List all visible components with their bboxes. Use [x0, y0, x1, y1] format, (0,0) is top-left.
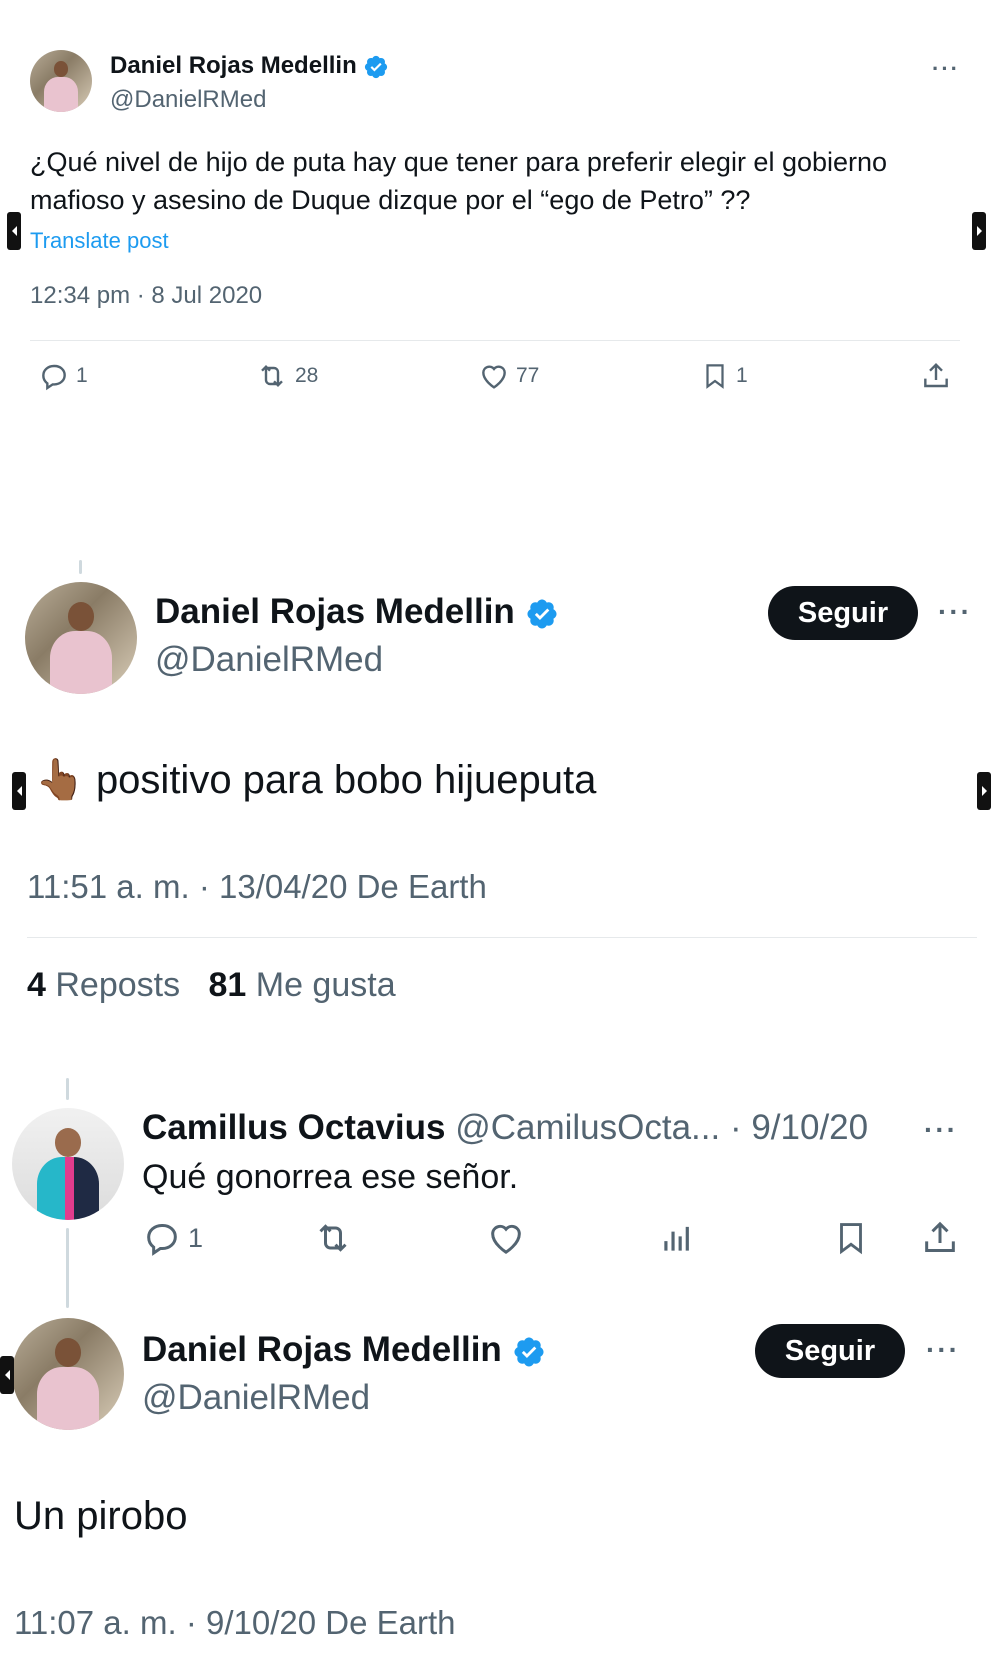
timestamp[interactable]: 11:07 a. m. · 9/10/20 De Earth [14, 1604, 455, 1642]
thread-line [79, 560, 82, 574]
tweet-text: Qué gonorrea ese señor. [142, 1158, 519, 1196]
more-options-icon[interactable]: ··· [932, 56, 960, 82]
author-name[interactable]: Camillus Octavius [142, 1108, 445, 1147]
right-edge-handle [977, 772, 991, 810]
left-edge-handle [12, 772, 26, 810]
verified-badge-icon [365, 55, 388, 78]
views-icon [664, 1226, 689, 1251]
author-handle[interactable]: @DanielRMed [142, 1378, 370, 1418]
avatar[interactable] [12, 1108, 124, 1220]
follow-button[interactable]: Seguir [755, 1324, 905, 1378]
avatar[interactable] [25, 582, 137, 694]
author-handle[interactable]: @DanielRMed [110, 86, 266, 114]
left-edge-handle [7, 212, 21, 250]
like-icon [491, 1224, 521, 1254]
author-handle[interactable]: @DanielRMed [155, 640, 383, 680]
bookmark-button[interactable]: 1 [700, 360, 748, 392]
like-button[interactable] [486, 1218, 526, 1258]
share-button[interactable] [920, 1218, 960, 1258]
reply-button[interactable]: 1 [142, 1218, 203, 1258]
tweet-text: 👆🏾 positivo para bobo hijueputa [35, 757, 597, 803]
translate-link[interactable]: Translate post [30, 228, 169, 254]
avatar[interactable] [12, 1318, 124, 1430]
more-options-icon[interactable]: ··· [926, 1334, 960, 1366]
reposts-stat[interactable]: 4 Reposts [27, 966, 190, 1004]
share-icon [925, 1221, 955, 1252]
more-options-icon[interactable]: ··· [938, 596, 972, 628]
repost-button[interactable] [312, 1218, 354, 1258]
author-handle-date[interactable]: @CamilusOcta... · 9/10/20 [455, 1108, 868, 1147]
bookmark-button[interactable] [832, 1218, 870, 1258]
reply-icon [42, 364, 66, 391]
like-button[interactable]: 77 [478, 360, 539, 392]
verified-badge-icon [527, 599, 557, 629]
avatar[interactable] [30, 50, 92, 112]
share-icon [924, 362, 948, 388]
follow-button[interactable]: Seguir [768, 586, 918, 640]
divider [30, 340, 960, 341]
right-edge-handle [972, 212, 986, 250]
thread-line [66, 1078, 69, 1100]
views-button[interactable] [658, 1218, 696, 1258]
thread-line [66, 1228, 69, 1308]
timestamp[interactable]: 11:51 a. m. · 13/04/20 De Earth [27, 868, 487, 906]
like-icon [482, 365, 506, 389]
tweet-text: Un pirobo [14, 1494, 188, 1538]
share-button[interactable] [920, 360, 952, 392]
verified-badge-icon [514, 1337, 544, 1367]
tweet-text: ¿Qué nivel de hijo de puta hay que tener… [30, 147, 888, 215]
pointing-up-emoji: 👆🏾 [35, 757, 85, 803]
reply-button[interactable]: 1 [38, 360, 88, 392]
likes-stat[interactable]: 81 Me gusta [208, 966, 395, 1004]
engagement-stats: 4 Reposts 81 Me gusta [27, 966, 396, 1005]
author-name[interactable]: Daniel Rojas Medellin [155, 592, 515, 631]
bookmark-icon [706, 364, 724, 389]
timestamp[interactable]: 12:34 pm · 8 Jul 2020 [30, 282, 262, 310]
repost-button[interactable]: 28 [255, 360, 318, 392]
divider [27, 937, 977, 938]
author-name[interactable]: Daniel Rojas Medellin [110, 52, 357, 79]
author-name[interactable]: Daniel Rojas Medellin [142, 1330, 502, 1369]
repost-icon [261, 364, 283, 388]
left-edge-handle [0, 1356, 14, 1394]
repost-icon [319, 1224, 347, 1252]
bookmark-icon [840, 1223, 862, 1255]
more-options-icon[interactable]: ··· [924, 1114, 958, 1146]
reply-icon [147, 1224, 177, 1256]
